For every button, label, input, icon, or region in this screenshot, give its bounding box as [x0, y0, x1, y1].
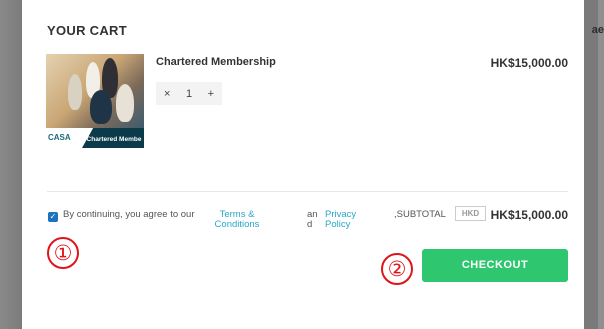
product-image: CASA Chartered Membe — [46, 54, 144, 148]
product-name: Chartered Membership — [156, 56, 276, 68]
person-figure — [68, 74, 82, 110]
divider — [47, 191, 568, 192]
privacy-link[interactable]: Privacy Policy — [325, 210, 361, 230]
cart-modal: YOUR CART CASA Chartered Membe Chartered… — [22, 0, 584, 329]
subtotal-value: HK$15,000.00 — [490, 208, 568, 222]
product-image-label: Chartered Membe — [86, 136, 142, 143]
and-text: and — [307, 209, 318, 230]
background-sliver — [598, 0, 604, 329]
person-figure — [90, 90, 112, 124]
quantity-value: 1 — [185, 87, 193, 100]
quantity-stepper: × 1 + — [156, 82, 222, 105]
person-figure — [116, 84, 134, 122]
decrease-quantity-button[interactable]: × — [164, 88, 170, 100]
agree-text: By continuing, you agree to our — [63, 209, 195, 220]
casa-logo: CASA — [48, 133, 71, 142]
annotation-2: ② — [381, 253, 413, 285]
item-price: HK$15,000.00 — [490, 56, 568, 70]
background-left — [0, 0, 22, 329]
cart-title: YOUR CART — [47, 23, 127, 38]
subtotal-label: ,SUBTOTAL — [394, 209, 446, 220]
terms-link[interactable]: Terms & Conditions — [209, 210, 265, 230]
increase-quantity-button[interactable]: + — [208, 88, 214, 100]
checkout-button[interactable]: CHECKOUT — [422, 249, 568, 282]
product-photo — [46, 54, 144, 130]
background-text: ae — [591, 24, 604, 36]
currency-badge: HKD — [455, 206, 486, 221]
agree-checkbox[interactable]: ✓ — [48, 212, 58, 222]
annotation-1: ① — [47, 237, 79, 269]
